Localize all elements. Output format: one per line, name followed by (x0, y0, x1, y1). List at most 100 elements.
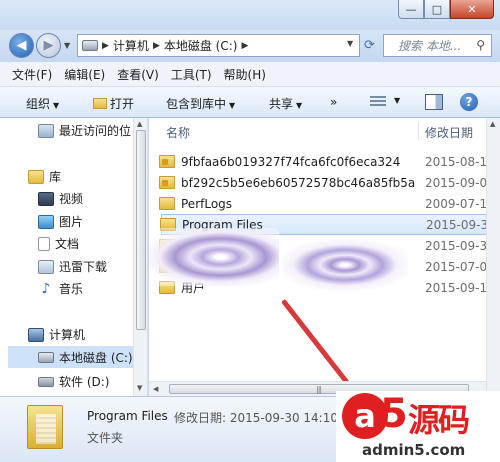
nav-library-label: 库 (49, 170, 62, 184)
locked-folder-icon (159, 176, 175, 189)
blur-overlay (149, 228, 279, 286)
recent-pages-dropdown[interactable]: ▼ (64, 41, 70, 50)
menu-bar: 文件(F) 编辑(E) 查看(V) 工具(T) 帮助(H) (0, 62, 500, 87)
address-dropdown[interactable]: ▼ (347, 39, 353, 48)
nav-computer[interactable]: 计算机 (28, 326, 85, 343)
drive-icon (38, 376, 54, 387)
open-label: 打开 (110, 97, 135, 111)
nav-recent-label: 最近访问的位 (59, 124, 132, 138)
column-divider[interactable] (418, 122, 419, 140)
scroll-up-icon[interactable]: ▲ (490, 120, 495, 128)
more-commands-button[interactable]: » (330, 95, 337, 109)
watermark-text: 源码 (408, 401, 470, 439)
nav-drive-c-label: 本地磁盘 (C:) (59, 350, 133, 365)
include-label: 包含到库中 (166, 97, 227, 111)
scroll-down-icon[interactable]: ▼ (137, 384, 142, 392)
file-date: 2009-07-14 (425, 196, 495, 211)
nav-thunder-label: 迅雷下载 (59, 260, 108, 274)
open-button[interactable]: 打开 (93, 95, 134, 112)
nav-music-label: 音乐 (59, 282, 84, 296)
nav-music[interactable]: ♪ 音乐 (38, 280, 83, 297)
computer-icon (28, 327, 44, 342)
arrow-left-icon: ◀ (16, 38, 27, 53)
nav-drive-c[interactable]: 本地磁盘 (C:) (8, 346, 134, 368)
refresh-icon[interactable]: ⟳ (364, 38, 375, 53)
organize-label: 组织 (26, 97, 51, 111)
arrow-right-icon: ▶ (43, 38, 54, 53)
view-dropdown[interactable]: ▼ (394, 96, 400, 105)
file-row[interactable]: bf292c5b5e6eb60572578bc46a85fb5a 2015-09-… (159, 172, 499, 193)
nav-computer-label: 计算机 (49, 328, 86, 342)
chevron-down-icon: ▼ (53, 101, 60, 110)
search-placeholder: 搜索 本地... (398, 39, 462, 53)
search-input[interactable]: 搜索 本地... ⚲ (383, 34, 492, 57)
pictures-icon (38, 214, 54, 229)
view-options-icon[interactable] (370, 96, 386, 108)
watermark-url: admin5.com (362, 441, 466, 459)
file-row[interactable]: 9fbfaa6b019327f74fca6fc0f6eca324 2015-08-… (159, 151, 499, 172)
help-icon[interactable]: ? (460, 93, 478, 111)
file-date: 2015-07-09 (425, 259, 495, 274)
back-button[interactable]: ◀ (9, 33, 34, 58)
search-icon: ⚲ (476, 38, 485, 52)
close-button[interactable]: ✕ (450, 0, 494, 19)
grip-icon: ||| (316, 385, 322, 394)
download-folder-icon (38, 259, 54, 274)
watermark-five: 5 (380, 391, 408, 437)
column-header-name[interactable]: 名称 (166, 124, 190, 141)
file-date: 2015-09-09 (425, 175, 495, 190)
nav-videos-label: 视频 (59, 192, 84, 206)
breadcrumb-drive-c[interactable]: 本地磁盘 (C:) (164, 37, 238, 54)
nav-documents-label: 文档 (55, 237, 80, 251)
file-name: PerfLogs (181, 196, 233, 211)
nav-pictures-label: 图片 (59, 215, 84, 229)
nav-videos[interactable]: 视频 (38, 190, 83, 207)
nav-scrollbar[interactable]: ▲ ▼ (133, 118, 147, 396)
chevron-right-icon[interactable]: ▶ (102, 41, 109, 51)
title-bar: — □ ✕ (0, 0, 500, 30)
nav-drive-d[interactable]: 软件 (D:) (38, 373, 109, 390)
minimize-button[interactable]: — (398, 0, 424, 19)
breadcrumb-computer[interactable]: 计算机 (113, 37, 149, 54)
nav-documents[interactable]: 文档 (38, 235, 79, 252)
chevron-down-icon: ▼ (229, 101, 236, 110)
organize-button[interactable]: 组织 ▼ (26, 95, 59, 112)
menu-tools[interactable]: 工具(T) (165, 66, 218, 83)
scroll-left-icon[interactable]: ◀ (153, 385, 158, 393)
include-in-library-button[interactable]: 包含到库中 ▼ (166, 95, 235, 112)
recent-places-icon (38, 123, 54, 138)
share-button[interactable]: 共享 ▼ (269, 95, 302, 112)
document-icon (38, 236, 50, 251)
menu-file[interactable]: 文件(F) (6, 66, 58, 83)
nav-scroll-thumb[interactable] (136, 130, 146, 330)
nav-pictures[interactable]: 图片 (38, 213, 83, 230)
video-icon (38, 191, 54, 206)
file-date: 2015-09-12 (425, 280, 495, 295)
details-name: Program Files (87, 409, 168, 423)
drive-icon (38, 351, 54, 363)
address-row: ◀ ▶ ▼ ▶ 计算机 ▶ 本地磁盘 (C:) ▶ ▼ ⟳ 搜索 本地... ⚲ (0, 30, 500, 62)
maximize-button[interactable]: □ (424, 0, 450, 19)
file-date: 2015-08-12 (425, 154, 495, 169)
window-controls: — □ ✕ (398, 0, 494, 19)
menu-help[interactable]: 帮助(H) (218, 66, 272, 83)
forward-button[interactable]: ▶ (36, 33, 61, 58)
file-row[interactable]: PerfLogs 2009-07-14 (159, 193, 499, 214)
nav-thunder[interactable]: 迅雷下载 (38, 258, 107, 275)
share-label: 共享 (269, 97, 294, 111)
music-note-icon: ♪ (41, 280, 51, 297)
locked-folder-icon (159, 155, 175, 168)
command-bar: 组织 ▼ 打开 包含到库中 ▼ 共享 ▼ » ▼ ? (0, 87, 500, 118)
menu-view[interactable]: 查看(V) (111, 66, 165, 83)
scroll-up-icon[interactable]: ▲ (137, 120, 142, 128)
file-list-scrollbar[interactable]: ▲ (486, 118, 500, 396)
chevron-right-icon[interactable]: ▶ (241, 41, 248, 51)
nav-recent[interactable]: 最近访问的位 (38, 122, 131, 139)
preview-pane-icon[interactable] (425, 94, 443, 110)
chevron-right-icon[interactable]: ▶ (153, 41, 160, 51)
file-date: 2015-09-30 (425, 238, 495, 253)
column-header-date[interactable]: 修改日期 (425, 124, 473, 141)
address-bar[interactable]: ▶ 计算机 ▶ 本地磁盘 (C:) ▶ (77, 34, 360, 57)
nav-library[interactable]: 库 (28, 168, 61, 185)
menu-edit[interactable]: 编辑(E) (58, 66, 111, 83)
